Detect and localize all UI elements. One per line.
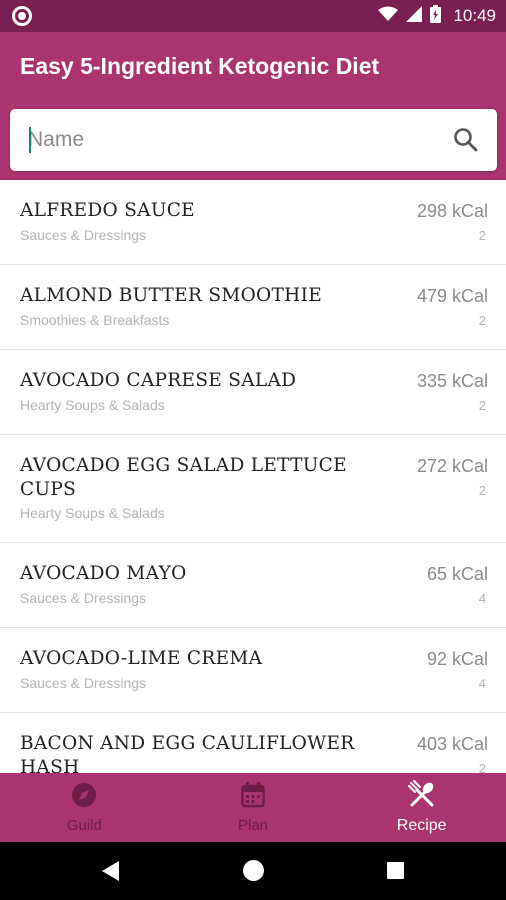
recipe-category: Smoothies & Breakfasts (20, 312, 170, 328)
tab-label: Plan (237, 816, 269, 834)
tab-label: Recipe (396, 817, 447, 834)
app-title: Easy 5-Ingredient Ketogenic Diet (20, 53, 380, 79)
recipe-servings: 4 (478, 676, 486, 691)
recipe-kcal: 65 kCal (426, 564, 488, 584)
recipe-name: AVOCADO-LIME CREMA (20, 648, 263, 669)
battery-icon (430, 4, 442, 28)
recipe-item[interactable]: AVOCADO MAYO Sauces & Dressings 65 kCal … (0, 543, 506, 628)
recipe-servings: 2 (478, 398, 486, 413)
status-bar: 10:49 (0, 0, 506, 32)
recipe-item[interactable]: AVOCADO-LIME CREMA Sauces & Dressings 92… (0, 628, 506, 713)
app-bar: Easy 5-Ingredient Ketogenic Diet (0, 32, 506, 180)
recipe-category: Sauces & Dressings (20, 590, 147, 606)
home-icon[interactable] (243, 860, 264, 881)
recipe-item[interactable]: BACON AND EGG CAULIFLOWER HASH 403 kCal … (0, 713, 506, 773)
recipe-list[interactable]: ALFREDO SAUCE Sauces & Dressings 298 kCa… (0, 180, 506, 773)
recipe-name: AVOCADO MAYO (20, 563, 187, 584)
recipe-item[interactable]: ALFREDO SAUCE Sauces & Dressings 298 kCa… (0, 180, 506, 265)
recipe-kcal: 92 kCal (426, 649, 488, 669)
search-input[interactable] (28, 121, 428, 159)
search-box[interactable] (10, 109, 497, 171)
notification-icon (12, 6, 32, 26)
text-cursor (29, 127, 31, 153)
tab-plan[interactable]: Plan (169, 773, 338, 842)
tab-guild[interactable]: Guild (0, 773, 169, 842)
status-time: 10:49 (453, 6, 496, 25)
recipe-kcal: 298 kCal (416, 201, 488, 221)
calendar-icon (241, 781, 265, 813)
recipe-item[interactable]: ALMOND BUTTER SMOOTHIE Smoothies & Break… (0, 265, 506, 350)
tab-label: Guild (66, 816, 102, 834)
bottom-navigation: Guild Plan Recipe (0, 773, 506, 842)
compass-icon (71, 782, 97, 813)
recipe-kcal: 479 kCal (416, 286, 488, 306)
search-icon[interactable] (453, 127, 479, 153)
tab-recipe[interactable]: Recipe (337, 773, 506, 842)
recipe-category: Hearty Soups & Salads (20, 397, 165, 413)
fork-spoon-icon (407, 780, 436, 813)
recipe-servings: 2 (478, 761, 486, 773)
back-icon[interactable] (102, 861, 119, 881)
recipe-servings: 2 (478, 483, 486, 498)
recipe-name: ALFREDO SAUCE (20, 200, 195, 221)
recipe-kcal: 272 kCal (416, 456, 488, 476)
recipe-item[interactable]: AVOCADO EGG SALAD LETTUCE CUPS Hearty So… (0, 435, 506, 543)
recipe-name: AVOCADO EGG SALAD LETTUCE CUPS (20, 455, 347, 500)
recipe-servings: 4 (478, 591, 486, 606)
recipe-name: BACON AND EGG CAULIFLOWER HASH (20, 733, 355, 773)
recipe-category: Sauces & Dressings (20, 675, 147, 691)
recipe-category: Sauces & Dressings (20, 227, 147, 243)
system-navigation-bar (0, 842, 506, 900)
recipe-servings: 2 (478, 313, 486, 328)
status-icons: 10:49 (378, 0, 496, 32)
recipe-name: ALMOND BUTTER SMOOTHIE (20, 285, 323, 306)
recipe-category: Hearty Soups & Salads (20, 505, 165, 521)
signal-icon (406, 5, 423, 27)
recipe-kcal: 403 kCal (416, 734, 488, 754)
recipe-item[interactable]: AVOCADO CAPRESE SALAD Hearty Soups & Sal… (0, 350, 506, 435)
recents-icon[interactable] (387, 862, 404, 879)
recipe-servings: 2 (478, 228, 486, 243)
wifi-icon (378, 6, 399, 27)
recipe-kcal: 335 kCal (416, 371, 488, 391)
recipe-name: AVOCADO CAPRESE SALAD (20, 370, 297, 391)
